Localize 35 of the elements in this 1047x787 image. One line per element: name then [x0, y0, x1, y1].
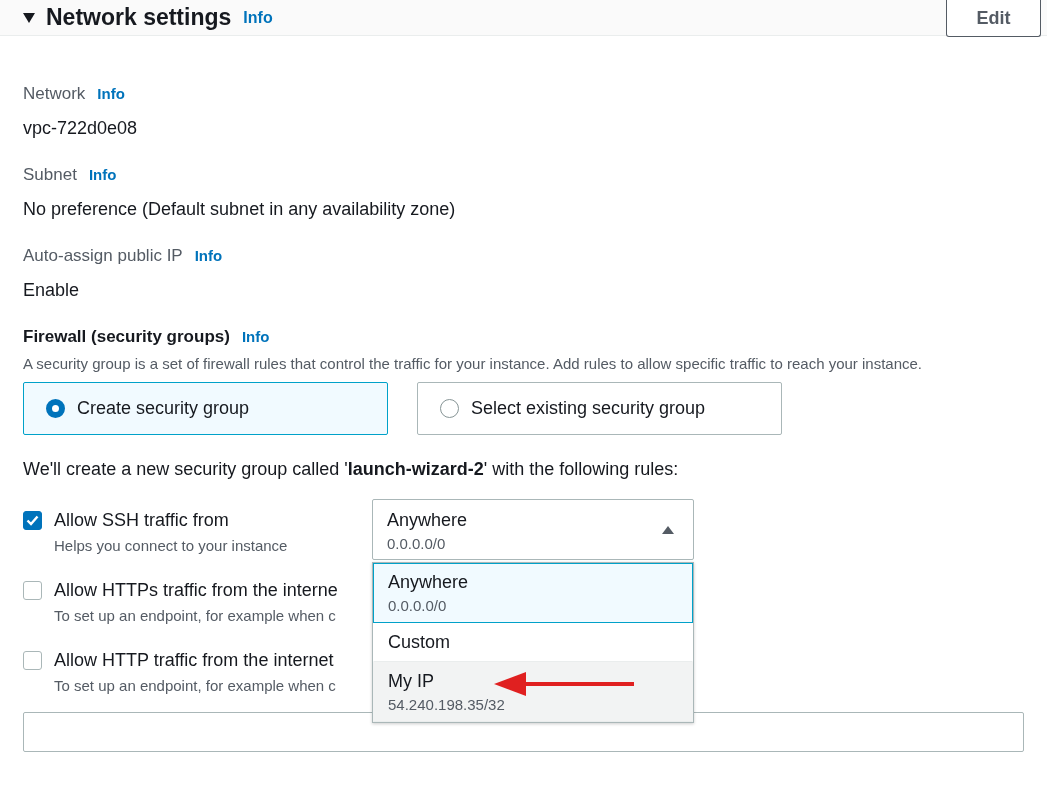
source-select[interactable]: Anywhere 0.0.0.0/0: [372, 499, 694, 560]
input-field[interactable]: [23, 712, 1024, 752]
field-label: Network: [23, 84, 86, 104]
radio-icon: [46, 399, 65, 418]
checkbox-label: Allow SSH traffic from: [54, 510, 230, 531]
checkbox-label: Allow HTTPs traffic from the interne: [54, 580, 338, 601]
checkbox[interactable]: [23, 581, 42, 600]
field-value: Enable: [23, 280, 81, 301]
radio-icon: [440, 399, 459, 418]
checkbox-hint: To set up an endpoint, for example when c: [54, 607, 337, 624]
field-label: Subnet: [23, 165, 77, 185]
radio-option[interactable]: Create security group: [23, 382, 388, 435]
checkbox-hint: To set up an endpoint, for example when c: [54, 677, 336, 694]
info-link[interactable]: Info: [194, 247, 223, 264]
info-link[interactable]: Info: [241, 328, 270, 345]
checkbox-hint: Helps you connect to your instance: [54, 537, 288, 554]
field-label: Firewall (security groups): [23, 327, 230, 347]
field-value: vpc-722d0e08: [23, 118, 139, 139]
radio-option[interactable]: Select existing security group: [417, 382, 782, 435]
dropdown-option[interactable]: My IP 54.240.198.35/32: [373, 662, 693, 722]
field-value: No preference (Default subnet in any availability zone): [23, 199, 457, 220]
dropdown-option[interactable]: Custom: [373, 623, 693, 662]
field-description: A security group is a set of firewall rules that control the traffic for your instance. Add rules to allow specific traffic to reach your instance.: [23, 354, 924, 374]
dropdown-option[interactable]: Anywhere 0.0.0.0/0: [373, 563, 693, 623]
edit-button[interactable]: Edit: [946, 0, 1041, 37]
field-label: Auto-assign public IP: [23, 246, 183, 266]
info-link[interactable]: Info: [88, 166, 117, 183]
checkbox[interactable]: [23, 651, 42, 670]
info-link[interactable]: Info: [97, 85, 125, 102]
info-link[interactable]: Info: [243, 8, 273, 27]
security-group-note: We'll create a new security group called 'launch-wizard-2' with the following rules:: [23, 459, 680, 480]
checkbox-label: Allow HTTP traffic from the internet: [54, 650, 335, 671]
expand-caret-icon[interactable]: [22, 10, 36, 25]
section-title: Network settings: [46, 4, 232, 31]
checkbox[interactable]: [23, 511, 42, 530]
